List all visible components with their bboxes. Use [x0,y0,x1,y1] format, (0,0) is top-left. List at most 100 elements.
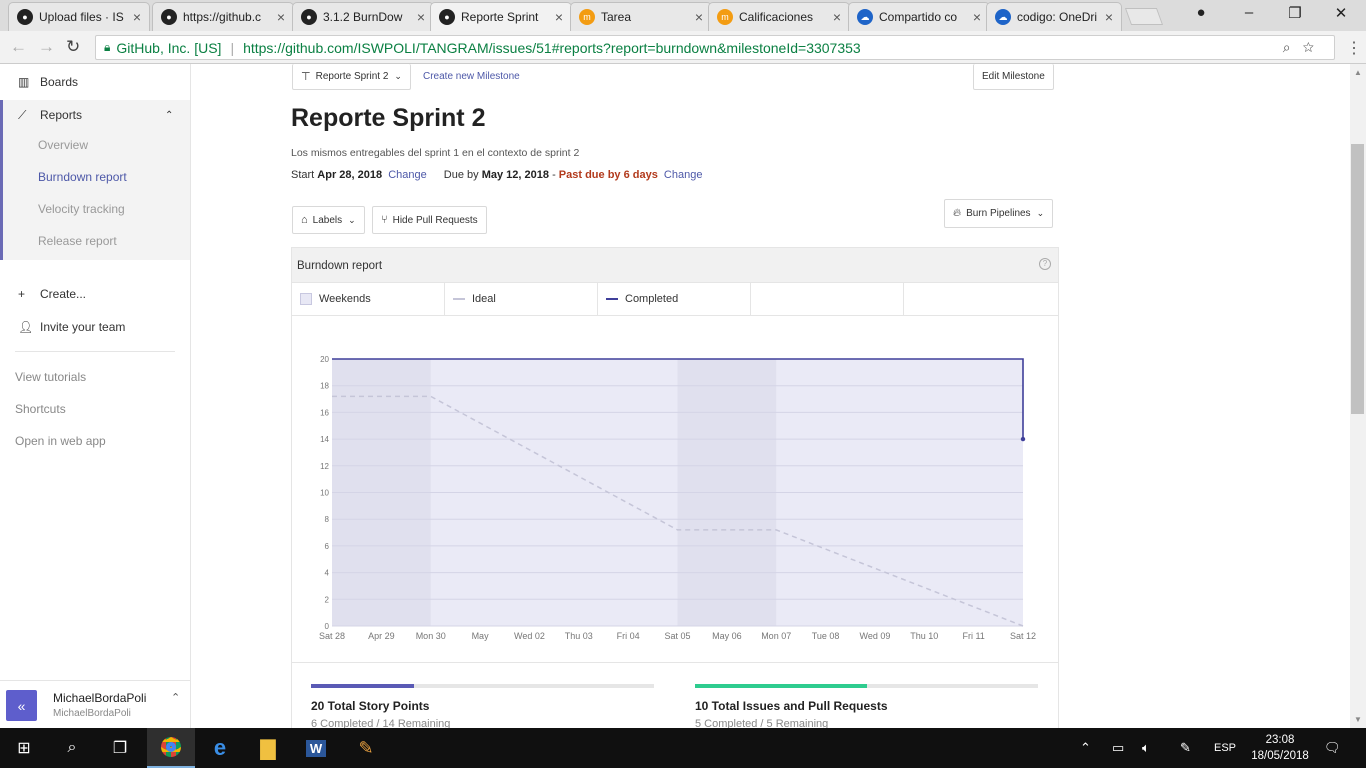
close-tab-icon[interactable]: × [417,9,425,25]
restore-button[interactable]: ❐ [1272,4,1318,22]
windows-start-icon[interactable]: ⊞ [0,728,48,768]
legend-item-ideal[interactable]: Ideal [445,283,598,315]
battery-icon[interactable]: ▭ [1112,740,1124,756]
clock-date: 18/05/2018 [1251,750,1309,762]
legend-empty-cell [751,283,904,315]
labels-filter-button[interactable]: ⌂ Labels ⌄ [292,206,365,234]
story-points-title: 20 Total Story Points [311,699,430,713]
show-hidden-icons[interactable]: ⌃ [1080,740,1091,756]
zoom-icon[interactable]: ⌕ [1283,39,1303,55]
scrollbar-thumb[interactable] [1351,144,1364,414]
browser-tab-active[interactable]: ● Reporte Sprint × [430,2,572,31]
x-tick-label: May [472,631,490,641]
close-window-button[interactable]: ✕ [1318,4,1364,22]
sidebar-item-boards[interactable]: ▥ Boards [0,67,190,97]
pen-icon[interactable]: ✎ [1180,740,1191,756]
new-tab-button[interactable] [1124,8,1164,25]
minimize-button[interactable]: – [1226,4,1272,21]
search-icon[interactable]: ⌕ [48,728,96,768]
notifications-icon[interactable]: 🗨︎ [1324,740,1341,756]
profile-icon[interactable]: ● [1178,4,1224,21]
legend-item-weekends[interactable]: Weekends [292,283,445,315]
browser-tab[interactable]: ☁ codigo: OneDri × [986,2,1122,31]
plus-icon: + [18,287,26,301]
close-tab-icon[interactable]: × [1105,9,1113,25]
x-tick-label: Mon 07 [761,631,791,641]
x-tick-label: Wed 02 [514,631,545,641]
github-icon: ● [439,9,455,25]
x-tick-label: Wed 09 [859,631,890,641]
x-tick-label: Mon 30 [416,631,446,641]
close-tab-icon[interactable]: × [973,9,981,25]
close-tab-icon[interactable]: × [133,9,141,25]
word-icon[interactable]: W [292,728,340,768]
sidebar-item-velocity[interactable]: Velocity tracking [38,202,125,216]
chrome-icon[interactable] [147,728,195,768]
scroll-up-icon[interactable]: ▲ [1354,68,1362,77]
chrome-menu-icon[interactable]: ⋮ [1346,38,1362,58]
sidebar-divider [15,351,175,352]
chevron-up-icon: ⌃ [165,109,174,121]
file-explorer-icon[interactable]: ▇ [244,728,292,768]
address-bar[interactable]: 🔒︎ GitHub, Inc. [US] | https://github.co… [95,35,1335,60]
sidebar-item-release[interactable]: Release report [38,234,117,248]
browser-tab[interactable]: ● Upload files · IS × [8,2,150,31]
browser-tab[interactable]: ● https://github.c × [152,2,294,31]
stats-divider [291,662,1059,663]
card-title: Burndown report [297,260,383,272]
close-tab-icon[interactable]: × [695,9,703,25]
user-name: MichaelBordaPoli [53,691,147,705]
page-scrollbar[interactable]: ▲ ▼ [1350,64,1366,728]
create-milestone-link[interactable]: Create new Milestone [423,71,520,82]
language-indicator[interactable]: ESP [1214,742,1236,754]
edge-icon[interactable]: e [196,728,244,768]
browser-tab[interactable]: ● 3.1.2 BurnDow × [292,2,434,31]
y-tick-label: 8 [325,515,330,524]
sidebar-item-overview[interactable]: Overview [38,138,88,152]
x-tick-label: Sat 28 [319,631,345,641]
help-icon[interactable]: ? [1039,258,1051,270]
hide-pull-requests-button[interactable]: ⑂ Hide Pull Requests [372,206,487,234]
reload-icon[interactable]: ↻ [66,37,80,57]
y-tick-label: 20 [320,355,329,364]
github-icon: ● [161,9,177,25]
invite-team-button[interactable]: 👤︎ Invite your team [0,312,190,342]
user-handle: MichaelBordaPoli [53,708,131,719]
x-tick-label: Apr 29 [368,631,395,641]
change-due-link[interactable]: Change [664,169,703,181]
issues-title: 10 Total Issues and Pull Requests [695,699,888,713]
scroll-down-icon[interactable]: ▼ [1354,715,1362,724]
view-tutorials-link[interactable]: View tutorials [15,370,86,384]
y-tick-label: 6 [325,542,330,551]
legend-item-completed[interactable]: Completed [598,283,751,315]
shortcuts-link[interactable]: Shortcuts [15,402,66,416]
volume-muted-icon[interactable]: 🔈︎ [1142,740,1150,756]
browser-tab[interactable]: m Calificaciones × [708,2,850,31]
change-start-link[interactable]: Change [388,169,427,181]
close-tab-icon[interactable]: × [277,9,285,25]
bookmark-star-icon[interactable]: ☆ [1303,39,1326,55]
user-menu[interactable]: « MichaelBordaPoli MichaelBordaPoli ⌃ [0,680,190,728]
forward-icon[interactable]: → [38,37,55,57]
sidebar-item-reports[interactable]: ⟋ Reports ⌃ [0,100,190,130]
open-web-app-link[interactable]: Open in web app [15,434,106,448]
milestone-selector[interactable]: ⊤ Reporte Sprint 2 ⌄ [292,64,411,90]
issues-progress [695,684,867,688]
collapse-sidebar-button[interactable]: « [6,690,37,721]
burn-pipelines-button[interactable]: 🔥︎ Burn Pipelines ⌄ [944,199,1054,228]
chart-legend: Weekends Ideal Completed [292,283,1058,316]
close-tab-icon[interactable]: × [833,9,841,25]
task-view-icon[interactable]: ❐ [96,728,144,768]
page-title: Reporte Sprint 2 [291,104,486,132]
clock[interactable]: 23:08 18/05/2018 [1244,732,1316,764]
create-button[interactable]: + Create... [0,279,190,309]
burndown-card: Burndown report ? Weekends Ideal Complet… [291,247,1059,728]
browser-tab[interactable]: ☁ Compartido co × [848,2,990,31]
back-icon[interactable]: ← [10,37,27,57]
close-tab-icon[interactable]: × [555,9,563,25]
github-icon: ● [17,9,33,25]
sidebar-item-burndown[interactable]: Burndown report [38,170,127,184]
edit-milestone-button[interactable]: Edit Milestone [973,64,1054,90]
browser-tab[interactable]: m Tarea × [570,2,712,31]
paint-icon[interactable]: ✎ [342,728,390,768]
